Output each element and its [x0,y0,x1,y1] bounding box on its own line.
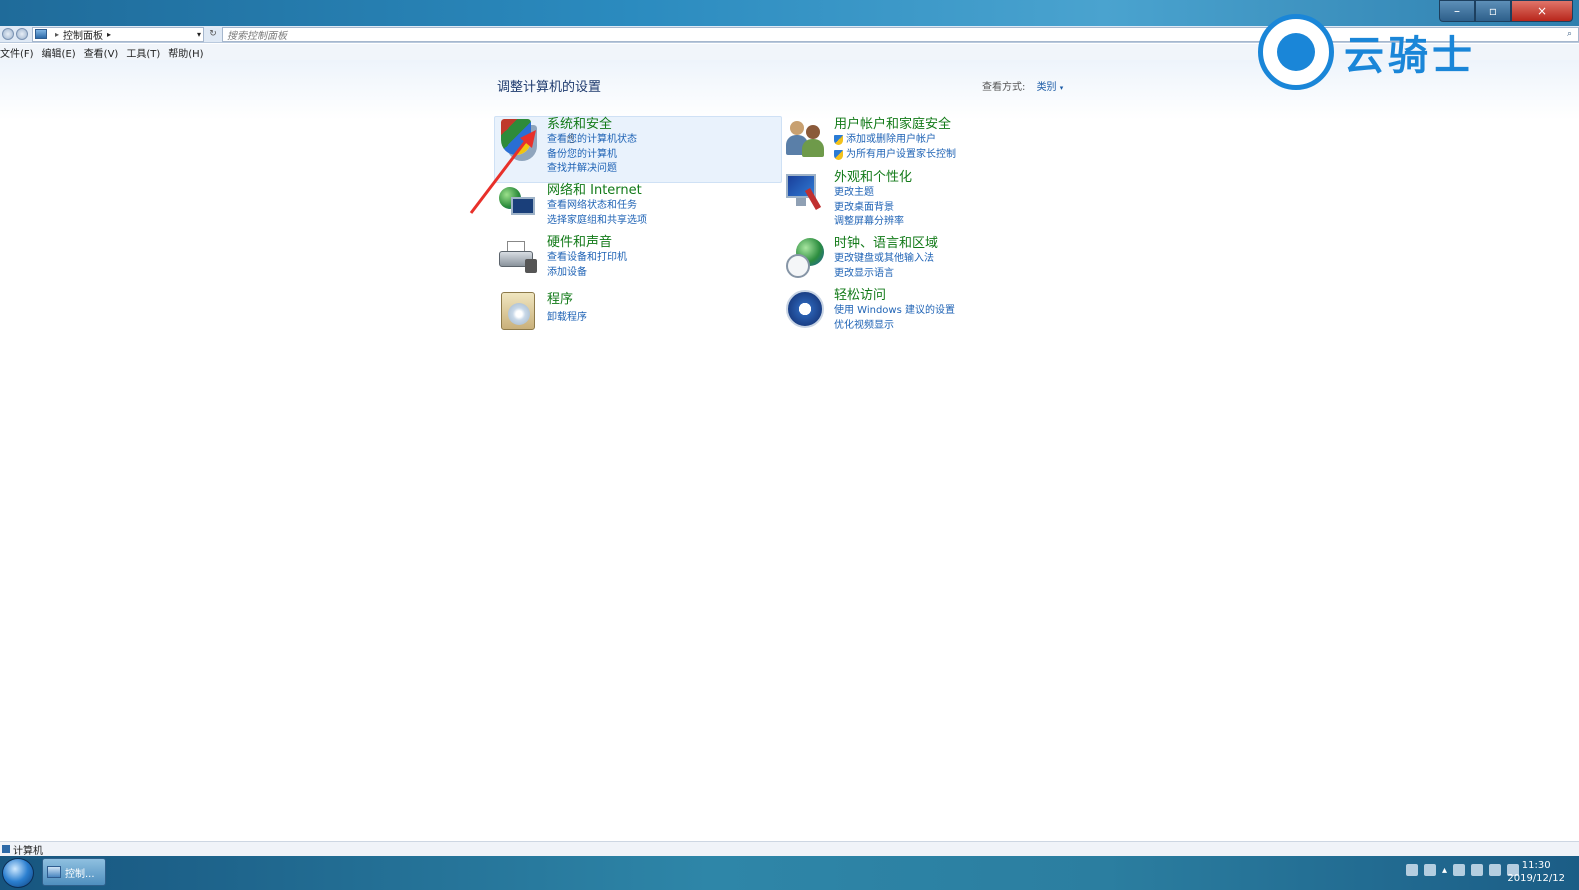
close-button[interactable]: × [1511,0,1573,22]
view-mode-label: 查看方式: [982,82,1026,93]
breadcrumb[interactable]: ▸ 控制面板 ▸ ▾ [32,26,204,42]
volume-icon[interactable] [1489,864,1501,876]
forward-button[interactable] [16,28,28,40]
programs-icon [497,290,539,332]
clock-globe-icon [784,236,826,278]
printer-icon [497,235,539,277]
category-title[interactable]: 硬件和声音 [547,235,627,251]
link-homegroup-sharing[interactable]: 选择家庭组和共享选项 [547,214,647,229]
watermark-text: 云骑士 [1344,33,1476,79]
page-title: 调整计算机的设置 [497,80,602,95]
link-optimize-display[interactable]: 优化视频显示 [834,319,955,334]
search-icon[interactable]: ⌕ [1567,29,1572,39]
maximize-button[interactable]: ▫ [1475,0,1511,22]
security-icon[interactable] [1453,864,1465,876]
knight-figure-icon [1277,33,1315,71]
system-tray: ▴ [1405,864,1519,876]
category-title[interactable]: 轻松访问 [834,288,955,304]
view-mode-dropdown[interactable]: 类别 ▾ [1037,82,1064,93]
link-parental-controls[interactable]: 为所有用户设置家长控制 [834,148,956,163]
clock-date: 2019/12/12 [1507,873,1565,884]
knight-logo-icon [1258,14,1334,90]
computer-icon [2,845,10,853]
category-programs[interactable]: 程序 卸载程序 [497,290,587,332]
link-uninstall-program[interactable]: 卸载程序 [547,311,587,326]
refresh-button[interactable]: ↻ [206,27,220,42]
category-ease-of-access[interactable]: 轻松访问 使用 Windows 建议的设置 优化视频显示 [784,288,955,333]
ease-of-access-icon [784,288,826,330]
link-view-computer-status[interactable]: 查看您的计算机状态 [547,133,637,148]
link-change-display-language[interactable]: 更改显示语言 [834,267,938,282]
link-change-theme[interactable]: 更改主题 [834,186,912,201]
uac-shield-icon [834,149,843,160]
link-troubleshoot[interactable]: 查找并解决问题 [547,162,637,177]
breadcrumb-control-panel[interactable]: 控制面板 [63,27,103,42]
category-hardware-sound[interactable]: 硬件和声音 查看设备和打印机 添加设备 [497,235,627,280]
menu-view[interactable]: 查看(V) [84,45,119,60]
link-screen-resolution[interactable]: 调整屏幕分辨率 [834,215,912,230]
menu-file[interactable]: 文件(F) [0,45,34,60]
menu-edit[interactable]: 编辑(E) [42,45,76,60]
watermark-logo: 云骑士 [1258,14,1476,90]
annotation-arrow [469,130,536,214]
category-appearance[interactable]: 外观和个性化 更改主题 更改桌面背景 调整屏幕分辨率 [784,170,912,230]
link-backup-computer[interactable]: 备份您的计算机 [547,148,637,163]
hand-cursor-icon: ☝ [566,131,575,147]
taskbar-button-label: 控制... [65,868,95,880]
view-mode-selector[interactable]: 查看方式: 类别 ▾ [982,78,1063,93]
network-tray-icon[interactable] [1471,864,1483,876]
link-add-remove-accounts[interactable]: 添加或删除用户帐户 [834,133,956,148]
control-panel-icon [35,29,47,39]
link-text[interactable]: 添加或删除用户帐户 [846,133,936,148]
dropdown-arrow-icon: ▾ [1059,84,1064,92]
category-title[interactable]: 网络和 Internet [547,183,647,199]
help-icon[interactable] [1423,864,1436,876]
category-title[interactable]: 系统和安全 [547,117,637,133]
category-clock-language-region[interactable]: 时钟、语言和区域 更改键盘或其他输入法 更改显示语言 [784,236,938,281]
category-title[interactable]: 程序 [547,291,587,309]
link-devices-printers[interactable]: 查看设备和打印机 [547,251,627,266]
dropdown-arrow-icon[interactable]: ▾ [197,30,201,39]
link-text[interactable]: 为所有用户设置家长控制 [846,148,956,163]
link-desktop-background[interactable]: 更改桌面背景 [834,201,912,216]
status-bar: 计算机 [0,841,1579,857]
taskbar: 控制... ▴ 11:30 2019/12/12 [0,856,1579,890]
view-mode-value[interactable]: 类别 [1037,82,1057,93]
link-network-status[interactable]: 查看网络状态和任务 [547,199,647,214]
category-title[interactable]: 用户帐户和家庭安全 [834,117,956,133]
chevron-right-icon: ▸ [55,29,60,39]
category-title[interactable]: 外观和个性化 [834,170,912,186]
uac-shield-icon [834,135,843,146]
show-hidden-icons-icon[interactable]: ▴ [1442,865,1447,876]
taskbar-control-panel-button[interactable]: 控制... [42,858,106,886]
clock-time: 11:30 [1521,860,1551,871]
start-button[interactable] [2,858,34,888]
taskbar-clock[interactable]: 11:30 2019/12/12 [1507,859,1565,885]
link-recommended-settings[interactable]: 使用 Windows 建议的设置 [834,304,955,319]
menu-tools[interactable]: 工具(T) [126,45,160,60]
control-panel-icon [47,866,61,878]
chevron-right-icon[interactable]: ▸ [107,30,111,39]
search-placeholder: 搜索控制面板 [227,30,287,42]
keyboard-icon[interactable] [1405,864,1418,876]
menu-help[interactable]: 帮助(H) [168,45,203,60]
category-user-accounts[interactable]: 用户帐户和家庭安全 添加或删除用户帐户 为所有用户设置家长控制 [784,117,956,162]
link-change-keyboard[interactable]: 更改键盘或其他输入法 [834,252,938,267]
back-button[interactable] [2,28,14,40]
link-add-device[interactable]: 添加设备 [547,266,627,281]
users-icon [784,117,826,159]
appearance-icon [784,170,826,212]
status-text: 计算机 [13,845,43,857]
category-title[interactable]: 时钟、语言和区域 [834,236,938,252]
